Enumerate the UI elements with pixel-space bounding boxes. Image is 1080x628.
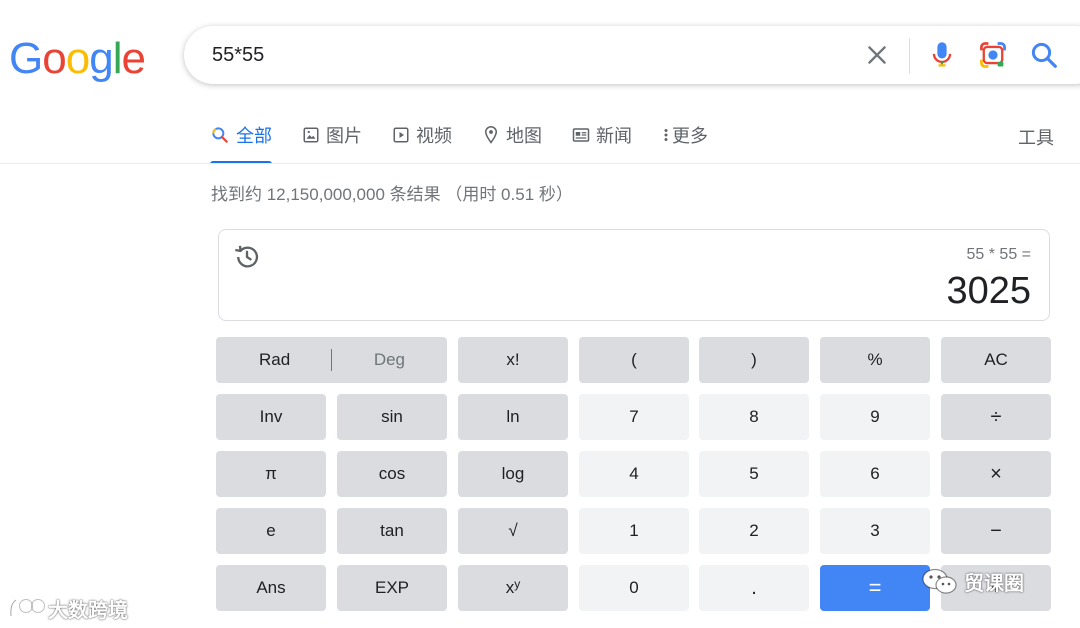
key-exp[interactable]: EXP	[337, 565, 447, 611]
key-8[interactable]: 8	[699, 394, 809, 440]
logo-letter: l	[112, 34, 123, 83]
key-9[interactable]: 9	[820, 394, 930, 440]
key-inverse[interactable]: Inv	[216, 394, 326, 440]
tab-maps[interactable]: 地图	[482, 116, 542, 154]
key-open-paren[interactable]: (	[579, 337, 689, 383]
search-tabs: 全部 图片 视频 地图 新闻 更多	[210, 116, 738, 164]
history-icon[interactable]	[233, 243, 261, 271]
power-exponent: y	[514, 577, 521, 591]
key-sqrt[interactable]: √	[458, 508, 568, 554]
rad-label[interactable]: Rad	[259, 350, 290, 370]
key-multiply[interactable]: ×	[941, 451, 1051, 497]
key-cos[interactable]: cos	[337, 451, 447, 497]
key-decimal[interactable]: .	[699, 565, 809, 611]
key-log[interactable]: log	[458, 451, 568, 497]
key-e[interactable]: e	[216, 508, 326, 554]
watermark-right-text: 贸课圈	[964, 572, 1024, 595]
key-7[interactable]: 7	[579, 394, 689, 440]
searchbox-divider	[909, 38, 910, 74]
key-6[interactable]: 6	[820, 451, 930, 497]
image-icon	[303, 127, 319, 143]
key-divide[interactable]: ÷	[941, 394, 1051, 440]
tab-videos[interactable]: 视频	[392, 116, 452, 154]
search-icon	[212, 127, 228, 143]
key-percent[interactable]: %	[820, 337, 930, 383]
key-sin[interactable]: sin	[337, 394, 447, 440]
key-4[interactable]: 4	[579, 451, 689, 497]
tab-images[interactable]: 图片	[302, 116, 362, 154]
calculator-display: 55 * 55 = 3025	[218, 229, 1050, 321]
map-pin-icon	[484, 125, 498, 144]
key-2[interactable]: 2	[699, 508, 809, 554]
watermark-left-text: 大数跨境	[48, 600, 128, 622]
tab-label: 视频	[416, 126, 452, 146]
wechat-icon	[922, 568, 957, 594]
logo-letter: o	[42, 34, 67, 83]
tabs-divider	[0, 163, 1080, 164]
tab-label: 地图	[506, 126, 542, 146]
video-icon	[393, 127, 409, 143]
key-3[interactable]: 3	[820, 508, 930, 554]
watermark-left: 大数跨境	[8, 594, 128, 623]
key-equals[interactable]: =	[820, 565, 930, 611]
rad-deg-separator	[331, 349, 332, 371]
deg-label[interactable]: Deg	[374, 350, 405, 370]
key-power[interactable]: xy	[458, 565, 568, 611]
calculator-result: 3025	[946, 270, 1031, 312]
watermark-right: 贸课圈	[920, 566, 1024, 596]
key-pi[interactable]: π	[216, 451, 326, 497]
key-0[interactable]: 0	[579, 565, 689, 611]
result-stats: 找到约 12,150,000,000 条结果 （用时 0.51 秒）	[211, 185, 573, 204]
tab-label: 更多	[672, 126, 708, 146]
key-all-clear[interactable]: AC	[941, 337, 1051, 383]
more-icon	[664, 129, 668, 141]
rad-deg-toggle[interactable]: Rad Deg	[216, 337, 447, 383]
key-1[interactable]: 1	[579, 508, 689, 554]
google-logo[interactable]: Google	[9, 34, 146, 84]
key-factorial[interactable]: x!	[458, 337, 568, 383]
tab-news[interactable]: 新闻	[572, 116, 632, 154]
camera-lens-icon[interactable]	[978, 40, 1008, 70]
logo-letter: e	[121, 34, 146, 83]
logo-letter: g	[89, 34, 114, 83]
clear-icon[interactable]	[864, 42, 890, 68]
key-ans[interactable]: Ans	[216, 565, 326, 611]
search-input[interactable]	[212, 40, 812, 70]
key-subtract[interactable]: −	[941, 508, 1051, 554]
tab-label: 图片	[326, 126, 362, 146]
tools-button[interactable]: 工具	[1018, 124, 1054, 150]
key-close-paren[interactable]: )	[699, 337, 809, 383]
key-5[interactable]: 5	[699, 451, 809, 497]
calculator-expression: 55 * 55 =	[966, 246, 1032, 263]
key-ln[interactable]: ln	[458, 394, 568, 440]
search-icon[interactable]	[1029, 40, 1059, 70]
news-icon	[572, 128, 590, 142]
microphone-icon[interactable]	[928, 40, 956, 70]
tab-label: 全部	[236, 126, 272, 146]
tab-more[interactable]: 更多	[662, 116, 708, 154]
tab-all[interactable]: 全部	[210, 116, 272, 164]
logo-letter: o	[65, 34, 91, 83]
logo-letter: G	[9, 34, 43, 83]
search-box	[184, 26, 1080, 84]
key-tan[interactable]: tan	[337, 508, 447, 554]
watermark-logo-icon	[9, 598, 45, 617]
tab-label: 新闻	[596, 126, 632, 146]
power-base: x	[505, 578, 515, 597]
